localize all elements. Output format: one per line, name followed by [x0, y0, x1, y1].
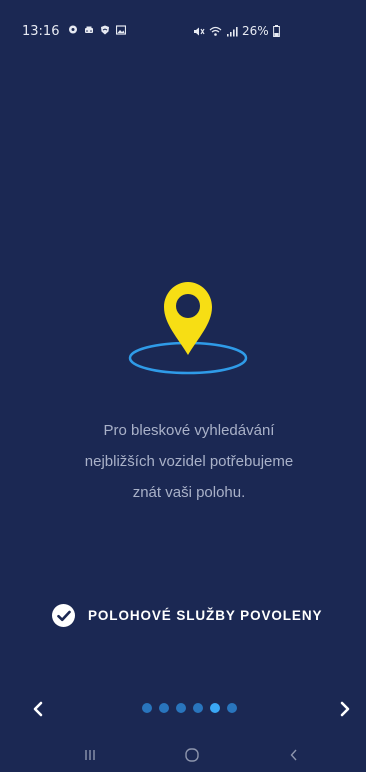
page-indicator: [142, 703, 237, 713]
next-page-button[interactable]: [331, 697, 359, 721]
message-line: nejbližších vozidel potřebujeme: [84, 453, 294, 470]
page-dot[interactable]: [193, 703, 203, 713]
home-icon: [185, 748, 199, 762]
check-icon: [52, 604, 75, 627]
page-dot[interactable]: [142, 703, 152, 713]
page-dot[interactable]: [227, 703, 237, 713]
message-line: znát vaši polohu.: [132, 484, 246, 501]
image-icon: [116, 25, 126, 35]
signal-icon: [227, 26, 238, 36]
location-permission-toggle[interactable]: POLOHOVÉ SLUŽBY POVOLENY: [52, 604, 322, 627]
status-left-icons: [68, 25, 126, 35]
notification-icon: [69, 25, 77, 34]
home-button[interactable]: [172, 744, 212, 766]
battery-percent: 26%: [242, 24, 269, 38]
message-line: Pro bleskové vyhledávání: [103, 422, 275, 439]
wifi-icon: [209, 26, 222, 36]
shield-icon: [101, 25, 109, 35]
page-dot-active[interactable]: [210, 703, 220, 713]
previous-page-button[interactable]: [24, 697, 52, 721]
car-icon: [85, 26, 93, 33]
status-time: 13:16: [22, 24, 60, 39]
system-navigation-bar: [0, 736, 366, 772]
page-dot[interactable]: [159, 703, 169, 713]
back-icon: [290, 749, 297, 761]
permission-label: POLOHOVÉ SLUŽBY POVOLENY: [88, 608, 323, 623]
mute-icon: [194, 27, 205, 35]
status-bar: 13:16 26%: [0, 0, 366, 42]
chevron-right-icon: [340, 701, 350, 717]
status-right: 26%: [193, 24, 280, 38]
recent-apps-icon: [85, 750, 95, 760]
recent-apps-button[interactable]: [70, 744, 110, 766]
page-dot[interactable]: [176, 703, 186, 713]
chevron-left-icon: [33, 701, 43, 717]
battery-icon: [272, 25, 280, 37]
location-message: Pro bleskové vyhledávání nejbližších voz…: [44, 415, 334, 508]
back-button[interactable]: [274, 744, 314, 766]
location-pin-illustration: [128, 282, 248, 375]
